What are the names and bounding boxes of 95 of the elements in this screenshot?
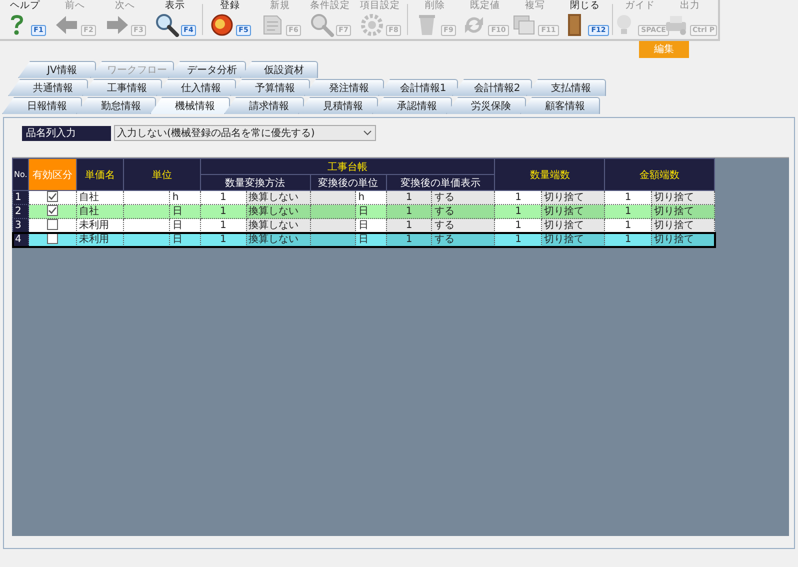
table-cell: 切り捨て	[651, 232, 714, 246]
column-header: 数量端数	[494, 158, 605, 190]
tab[interactable]: 会計情報2	[452, 79, 532, 96]
table-cell: 1	[200, 190, 246, 204]
checkbox[interactable]	[47, 191, 58, 202]
tab[interactable]: 仕入情報	[156, 79, 236, 96]
tab[interactable]: 見積情報	[298, 97, 378, 114]
column-header: 変換後の単位	[310, 174, 386, 190]
table-row[interactable]: 1 自社 h 1 換算しない h 1 する 1 切り捨て 1 切り捨て	[12, 190, 714, 204]
table-cell: 切り捨て	[542, 190, 605, 204]
table-row[interactable]: 2 自社 日 1 換算しない 日 1 する 1 切り捨て 1 切り捨て	[12, 204, 714, 218]
table-cell: 切り捨て	[651, 204, 714, 218]
table-cell: 換算しない	[246, 218, 310, 232]
table-cell: 換算しない	[246, 190, 310, 204]
table-cell: 1	[604, 218, 652, 232]
table-cell: 換算しない	[246, 232, 310, 246]
column-header: 単価名	[76, 158, 124, 190]
table-cell: 切り捨て	[651, 218, 714, 232]
row-number: 4	[12, 232, 29, 246]
search-icon	[154, 13, 180, 37]
column-group-header: 工事台帳	[200, 158, 495, 174]
table-cell: 切り捨て	[542, 204, 605, 218]
table-cell: 切り捨て	[542, 218, 605, 232]
tab[interactable]: 承認情報	[372, 97, 452, 114]
table-cell: する	[432, 218, 495, 232]
tab[interactable]: 発注情報	[304, 79, 384, 96]
table-cell: 換算しない	[246, 204, 310, 218]
row-number: 2	[12, 204, 29, 218]
table-cell: 日	[170, 232, 200, 246]
tab[interactable]: 共通情報	[8, 79, 88, 96]
table-cell: 1	[200, 232, 246, 246]
table-cell: 未利用	[76, 218, 124, 232]
table-cell: 1	[494, 218, 542, 232]
table-cell: 1	[200, 218, 246, 232]
table-cell: 1	[604, 204, 652, 218]
tab[interactable]: 支払情報	[526, 79, 606, 96]
table-cell: 1	[386, 232, 432, 246]
table-cell: 日	[170, 204, 200, 218]
table-cell: 1	[386, 204, 432, 218]
table-cell: 切り捨て	[542, 232, 605, 246]
checkbox[interactable]	[47, 205, 58, 216]
table-cell: 自社	[76, 204, 124, 218]
table-cell: 自社	[76, 190, 124, 204]
tab[interactable]: 勤怠情報	[76, 97, 156, 114]
tab[interactable]: JV情報	[18, 61, 96, 78]
chevron-down-icon	[363, 130, 372, 136]
ok-icon	[208, 13, 235, 37]
left-arrow-icon	[54, 13, 80, 37]
tab[interactable]: 請求情報	[224, 97, 304, 114]
table-cell: 未利用	[76, 232, 124, 246]
table-row[interactable]: 3 未利用 日 1 換算しない 日 1 する 1 切り捨て 1 切り捨て	[12, 218, 714, 232]
field-label: 品名列入力	[22, 126, 111, 140]
table-cell: する	[432, 232, 495, 246]
dropdown[interactable]: 入力しない(機械登録の品名を常に優先する)	[114, 125, 376, 141]
column-header: 単位	[123, 158, 200, 190]
tab[interactable]: 顧客情報	[520, 97, 600, 114]
column-header: No.	[12, 158, 29, 190]
tab[interactable]: 仮設資材	[240, 61, 318, 78]
checkbox[interactable]	[47, 219, 58, 230]
table-cell: 1	[494, 204, 542, 218]
copy-icon	[511, 13, 538, 37]
tab[interactable]: 工事情報	[82, 79, 162, 96]
table-cell: 日	[356, 218, 386, 232]
table-cell: 1	[604, 232, 652, 246]
gear-icon	[358, 13, 385, 37]
table-cell: 1	[604, 190, 652, 204]
table-cell: h	[356, 190, 386, 204]
tab[interactable]: 日報情報	[2, 97, 82, 114]
mode-badge: 編集	[639, 41, 689, 58]
column-header: 変換後の単価表示	[386, 174, 495, 190]
magnifier-icon	[308, 13, 335, 37]
table-cell: する	[432, 190, 495, 204]
table-cell: 1	[200, 204, 246, 218]
table-cell: 1	[386, 218, 432, 232]
table-row[interactable]: 4 未利用 日 1 換算しない 日 1 する 1 切り捨て 1 切り捨て	[12, 232, 714, 246]
checkbox[interactable]	[47, 233, 58, 244]
column-header: 数量変換方法	[200, 174, 310, 190]
table-cell: する	[432, 204, 495, 218]
tab[interactable]: 労災保険	[446, 97, 526, 114]
tab[interactable]: 機械情報	[150, 97, 230, 114]
table-cell: 日	[356, 204, 386, 218]
table-cell: 日	[356, 232, 386, 246]
column-header: 有効区分	[28, 158, 76, 190]
tab[interactable]: 予算情報	[230, 79, 310, 96]
table-cell: 1	[386, 190, 432, 204]
table-cell: 1	[494, 232, 542, 246]
table-cell: 切り捨て	[651, 190, 714, 204]
tab[interactable]: 会計情報1	[378, 79, 458, 96]
table-cell: 日	[170, 218, 200, 232]
tab[interactable]: データ分析	[168, 61, 246, 78]
row-number: 1	[12, 190, 29, 204]
row-number: 3	[12, 218, 29, 232]
column-header: 金額端数	[604, 158, 714, 190]
table-cell: h	[170, 190, 200, 204]
table-cell: 1	[494, 190, 542, 204]
